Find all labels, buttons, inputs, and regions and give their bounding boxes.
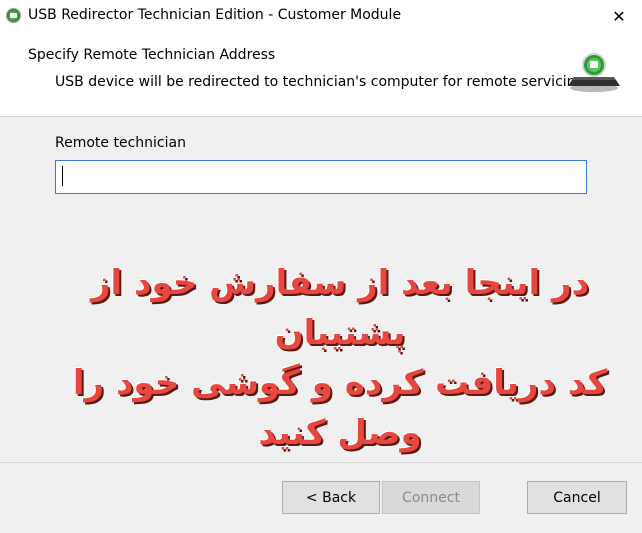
close-button[interactable]: ✕ bbox=[596, 0, 642, 32]
back-button[interactable]: < Back bbox=[282, 481, 380, 514]
app-icon bbox=[6, 8, 21, 23]
close-icon: ✕ bbox=[612, 6, 626, 26]
overlay-line-2: کد دریافت کرده و گوشی خود را bbox=[72, 363, 608, 403]
overlay-line-1: در اینجا بعد از سفارش خود از پشتیبان bbox=[90, 263, 590, 353]
overlay-line-3: وصل کنید bbox=[258, 413, 422, 453]
text-caret bbox=[62, 166, 63, 186]
wizard-header: Specify Remote Technician Address USB de… bbox=[0, 32, 642, 117]
wizard-window: USB Redirector Technician Edition - Cust… bbox=[0, 0, 642, 533]
page-subtitle: USB device will be redirected to technic… bbox=[55, 74, 589, 90]
page-title: Specify Remote Technician Address bbox=[28, 47, 276, 63]
remote-technician-label: Remote technician bbox=[55, 135, 186, 151]
window-title: USB Redirector Technician Edition - Cust… bbox=[28, 7, 402, 23]
footer-divider bbox=[0, 462, 642, 463]
title-bar[interactable]: USB Redirector Technician Edition - Cust… bbox=[0, 0, 642, 32]
cancel-button[interactable]: Cancel bbox=[527, 481, 627, 514]
remote-technician-input[interactable] bbox=[55, 160, 587, 194]
usb-computer-icon bbox=[568, 53, 620, 92]
instruction-overlay: در اینجا بعد از سفارش خود از پشتیبان کد … bbox=[60, 258, 620, 458]
connect-button[interactable]: Connect bbox=[382, 481, 480, 514]
